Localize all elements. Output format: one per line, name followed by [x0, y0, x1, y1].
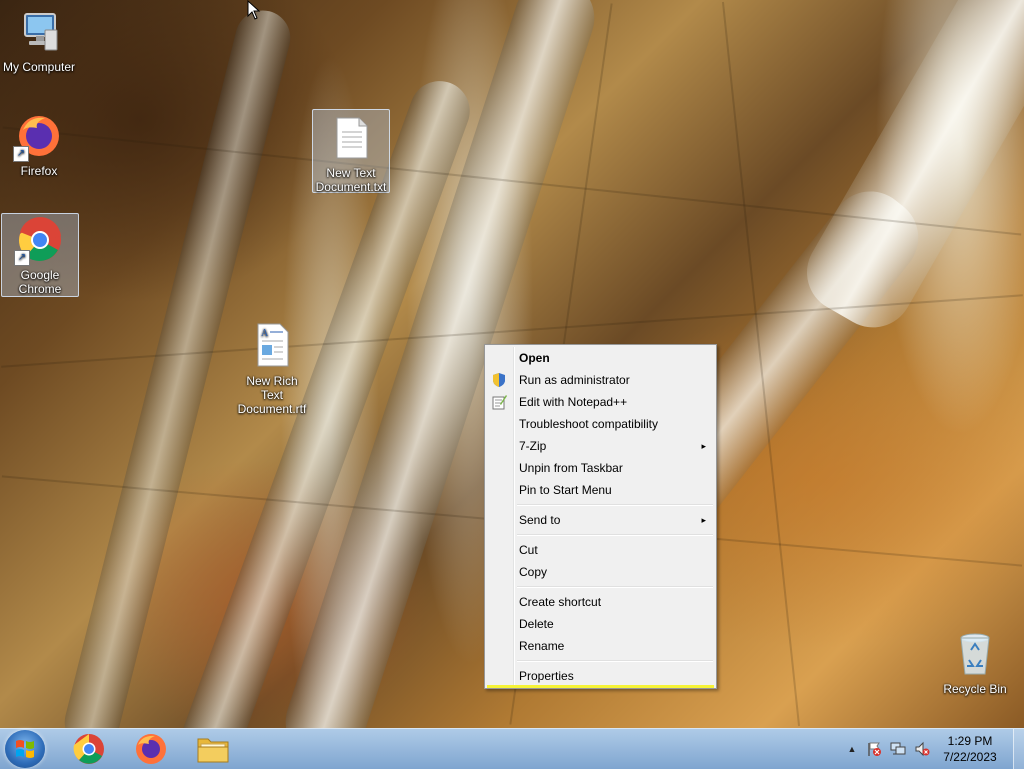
- desktop-icon-new-rich-text-document[interactable]: A New Rich Text Document.rtf: [234, 322, 310, 416]
- desktop-icon-label: New Rich Text Document.rtf: [237, 374, 307, 416]
- volume-muted-icon[interactable]: [914, 741, 930, 757]
- taskbar-clock[interactable]: 1:29 PM 7/22/2023: [930, 733, 1010, 765]
- submenu-arrow-icon: ▸: [701, 515, 706, 525]
- taskbar: ▲ 1:29 PM 7/22/2023: [0, 728, 1024, 769]
- text-document-icon: [327, 114, 375, 162]
- desktop-icon-firefox[interactable]: ↗ Firefox: [1, 112, 77, 178]
- windows-logo-icon: [16, 740, 34, 758]
- menu-separator: [517, 534, 713, 536]
- mouse-cursor-icon: [247, 0, 261, 20]
- firefox-icon: ↗: [13, 112, 63, 162]
- menu-item-edit-with-notepadpp[interactable]: Edit with Notepad++: [487, 391, 714, 413]
- clock-date: 7/22/2023: [943, 750, 997, 764]
- desktop-icon-label: Recycle Bin: [943, 682, 1007, 696]
- recycle-bin-icon: [951, 630, 999, 678]
- chrome-icon: ↗: [14, 216, 64, 266]
- clock-time: 1:29 PM: [947, 734, 993, 748]
- menu-separator: [517, 504, 713, 506]
- show-hidden-icons-icon[interactable]: ▲: [844, 741, 860, 757]
- menu-item-properties[interactable]: Properties: [487, 665, 714, 688]
- shortcut-arrow-icon: ↗: [14, 250, 30, 266]
- notepadpp-icon: [491, 394, 507, 410]
- firefox-icon: [136, 734, 166, 764]
- menu-item-pin-to-start-menu[interactable]: Pin to Start Menu: [487, 479, 714, 501]
- start-button[interactable]: [5, 730, 45, 768]
- action-center-flag-icon[interactable]: [866, 741, 882, 757]
- network-icon[interactable]: [890, 741, 906, 757]
- menu-item-rename[interactable]: Rename: [487, 635, 714, 657]
- desktop-icon-label: Firefox: [20, 164, 58, 178]
- shortcut-arrow-icon: ↗: [13, 146, 29, 162]
- system-tray: ▲ 1:29 PM 7/22/2023: [824, 729, 1024, 769]
- desktop-icon-new-text-document[interactable]: New Text Document.txt: [312, 109, 390, 194]
- desktop-icon-recycle-bin[interactable]: Recycle Bin: [937, 630, 1013, 696]
- computer-icon: [15, 8, 63, 56]
- menu-separator: [517, 660, 713, 662]
- menu-item-open[interactable]: Open: [487, 347, 714, 369]
- desktop-icon-my-computer[interactable]: My Computer: [1, 8, 77, 74]
- desktop-icon-label: My Computer: [2, 60, 76, 74]
- context-menu: Open Run as administrator Edit with Note…: [484, 344, 717, 689]
- menu-item-send-to[interactable]: Send to ▸: [487, 509, 714, 531]
- desktop-icon-google-chrome[interactable]: ↗ Google Chrome: [1, 213, 79, 297]
- taskbar-explorer-button[interactable]: [186, 731, 240, 767]
- rich-text-document-icon: A: [248, 322, 296, 370]
- menu-item-7zip[interactable]: 7-Zip ▸: [487, 435, 714, 457]
- menu-item-create-shortcut[interactable]: Create shortcut: [487, 591, 714, 613]
- menu-item-troubleshoot-compatibility[interactable]: Troubleshoot compatibility: [487, 413, 714, 435]
- explorer-folder-icon: [197, 738, 229, 763]
- menu-item-run-as-administrator[interactable]: Run as administrator: [487, 369, 714, 391]
- desktop-icon-label: Google Chrome: [18, 268, 62, 296]
- menu-item-unpin-from-taskbar[interactable]: Unpin from Taskbar: [487, 457, 714, 479]
- taskbar-chrome-button[interactable]: [62, 731, 116, 767]
- chrome-icon: [73, 734, 104, 764]
- desktop-icon-label: New Text Document.txt: [315, 166, 387, 194]
- show-desktop-button[interactable]: [1013, 729, 1024, 769]
- menu-item-cut[interactable]: Cut: [487, 539, 714, 561]
- menu-separator: [517, 586, 713, 588]
- submenu-arrow-icon: ▸: [701, 441, 706, 451]
- menu-item-copy[interactable]: Copy: [487, 561, 714, 583]
- menu-item-delete[interactable]: Delete: [487, 613, 714, 635]
- uac-shield-icon: [491, 372, 507, 388]
- taskbar-firefox-button[interactable]: [124, 731, 178, 767]
- svg-text:A: A: [261, 328, 269, 339]
